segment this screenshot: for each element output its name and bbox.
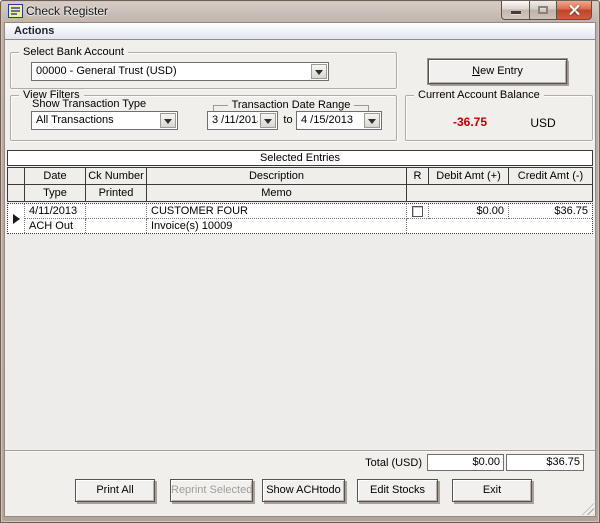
column-header-ck-number: Ck Number [86, 168, 147, 185]
column-header-memo: Memo [147, 185, 407, 201]
app-icon [8, 4, 23, 18]
new-entry-label-mnemonic: N [472, 65, 481, 77]
cell-debit[interactable]: $0.00 [429, 204, 509, 219]
column-header-printed: Printed [86, 185, 147, 201]
column-header-spacer [407, 185, 592, 201]
transaction-type-value: All Transactions [36, 114, 114, 126]
cell-type[interactable]: ACH Out [25, 219, 86, 233]
transaction-type-label: Show Transaction Type [32, 98, 147, 110]
maximize-button[interactable] [530, 1, 557, 20]
group-current-balance-label: Current Account Balance [414, 89, 544, 101]
column-header-description: Description [147, 168, 407, 185]
table-row[interactable]: 4/11/2013 ACH Out CUSTOMER FOUR Invoice(… [7, 203, 593, 234]
date-from-picker[interactable]: 3 /11/2013 [207, 111, 278, 130]
row-selector-arrow-icon [13, 214, 20, 224]
date-to-value: 4 /15/2013 [301, 114, 353, 126]
chevron-down-icon[interactable] [311, 64, 327, 79]
date-to-picker[interactable]: 4 /15/2013 [296, 111, 382, 130]
column-header-r: R [407, 168, 429, 185]
bank-account-value: 00000 - General Trust (USD) [36, 65, 177, 77]
chevron-down-icon[interactable] [260, 113, 276, 128]
new-entry-button[interactable]: New Entry [427, 58, 568, 85]
bank-account-select[interactable]: 00000 - General Trust (USD) [31, 62, 329, 81]
grid-caption: Selected Entries [7, 150, 593, 166]
minimize-button[interactable] [501, 1, 530, 20]
edit-stocks-button[interactable]: Edit Stocks [357, 479, 438, 502]
total-label: Total (USD) [365, 457, 422, 469]
caption-buttons [501, 1, 592, 20]
grid-header: Date Ck Number Description R Debit Amt (… [7, 167, 593, 202]
cell-date[interactable]: 4/11/2013 [25, 204, 86, 219]
date-from-value: 3 /11/2013 [212, 114, 258, 126]
cell-description[interactable]: CUSTOMER FOUR [147, 204, 407, 219]
balance-currency: USD [530, 116, 556, 130]
total-debit-field: $0.00 [427, 454, 504, 471]
new-entry-label: ew Entry [480, 65, 523, 77]
transaction-type-select[interactable]: All Transactions [31, 111, 178, 130]
window-title: Check Register [26, 4, 109, 18]
chevron-down-icon[interactable] [160, 113, 176, 128]
row-selector[interactable] [8, 204, 25, 233]
column-header-debit: Debit Amt (+) [429, 168, 509, 185]
column-header-type: Type [25, 185, 86, 201]
window: Check Register Actions Select Bank Accou… [0, 0, 600, 523]
menubar: Actions [4, 22, 596, 40]
reconciled-checkbox[interactable] [412, 206, 423, 217]
grid-empty-area [7, 234, 593, 449]
cell-credit[interactable]: $36.75 [509, 204, 592, 219]
date-range-to-label: to [283, 114, 293, 126]
cell-reconciled [407, 204, 429, 219]
footer-divider [5, 450, 595, 452]
close-button[interactable] [557, 1, 592, 20]
menu-item-actions[interactable]: Actions [5, 23, 63, 37]
column-header-credit: Credit Amt (-) [509, 168, 592, 185]
group-select-bank-account-label: Select Bank Account [19, 46, 128, 58]
minimize-icon [511, 11, 521, 14]
column-header-selector-2 [8, 185, 25, 201]
chevron-down-icon[interactable] [364, 113, 380, 128]
maximize-icon [538, 6, 548, 14]
balance-amount: -36.75 [452, 115, 488, 129]
cell-ck-number[interactable] [86, 204, 147, 219]
show-achtodo-button[interactable]: Show ACHtodo [262, 479, 345, 502]
cell-memo[interactable]: Invoice(s) 10009 [147, 219, 407, 233]
total-credit-field: $36.75 [506, 454, 584, 471]
exit-button[interactable]: Exit [452, 479, 532, 502]
date-range-label: Transaction Date Range [213, 99, 369, 111]
cell-printed[interactable] [86, 219, 147, 233]
column-header-selector [8, 168, 25, 185]
reprint-selected-button: Reprint Selected [170, 479, 253, 502]
column-header-date: Date [25, 168, 86, 185]
print-all-button[interactable]: Print All [75, 479, 155, 502]
